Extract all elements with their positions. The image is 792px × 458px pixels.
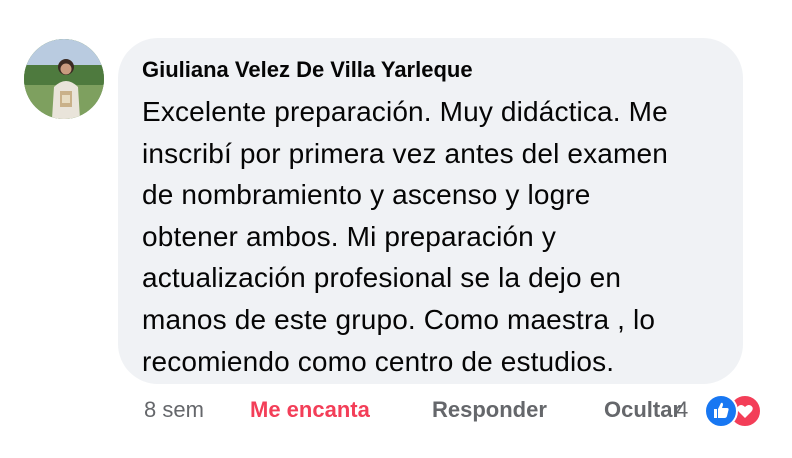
comment-line: actualización profesional se la dejo en xyxy=(142,262,622,294)
reaction-count[interactable]: 4 xyxy=(676,397,688,423)
avatar-photo xyxy=(24,39,104,119)
comment-line: inscribí por primera vez antes del exame… xyxy=(142,137,668,169)
reply-button[interactable]: Responder xyxy=(432,397,547,423)
avatar[interactable] xyxy=(24,39,104,119)
reaction-summary[interactable] xyxy=(704,394,774,428)
comment-line: obtener ambos. Mi preparación y xyxy=(142,220,556,252)
love-reaction-button[interactable]: Me encanta xyxy=(250,397,370,423)
comment-line: manos de este grupo. Como maestra , lo xyxy=(142,303,656,335)
comment-actions: 8 sem Me encanta Responder Ocultar 4 xyxy=(144,394,784,428)
comment-text: Excelente preparación. Muy didáctica. Me… xyxy=(142,91,719,382)
comment-line: recomiendo como centro de estudios. xyxy=(142,345,615,377)
hide-button[interactable]: Ocultar xyxy=(604,397,681,423)
comment-line: de nombramiento y ascenso y logre xyxy=(142,179,591,211)
comment-line: Excelente preparación. Muy didáctica. Me xyxy=(142,96,668,127)
comment-bubble: Giuliana Velez De Villa Yarleque Excelen… xyxy=(118,38,743,384)
thumbs-up-icon xyxy=(704,394,738,428)
comment-author[interactable]: Giuliana Velez De Villa Yarleque xyxy=(142,55,719,85)
comment-timestamp[interactable]: 8 sem xyxy=(144,397,204,423)
